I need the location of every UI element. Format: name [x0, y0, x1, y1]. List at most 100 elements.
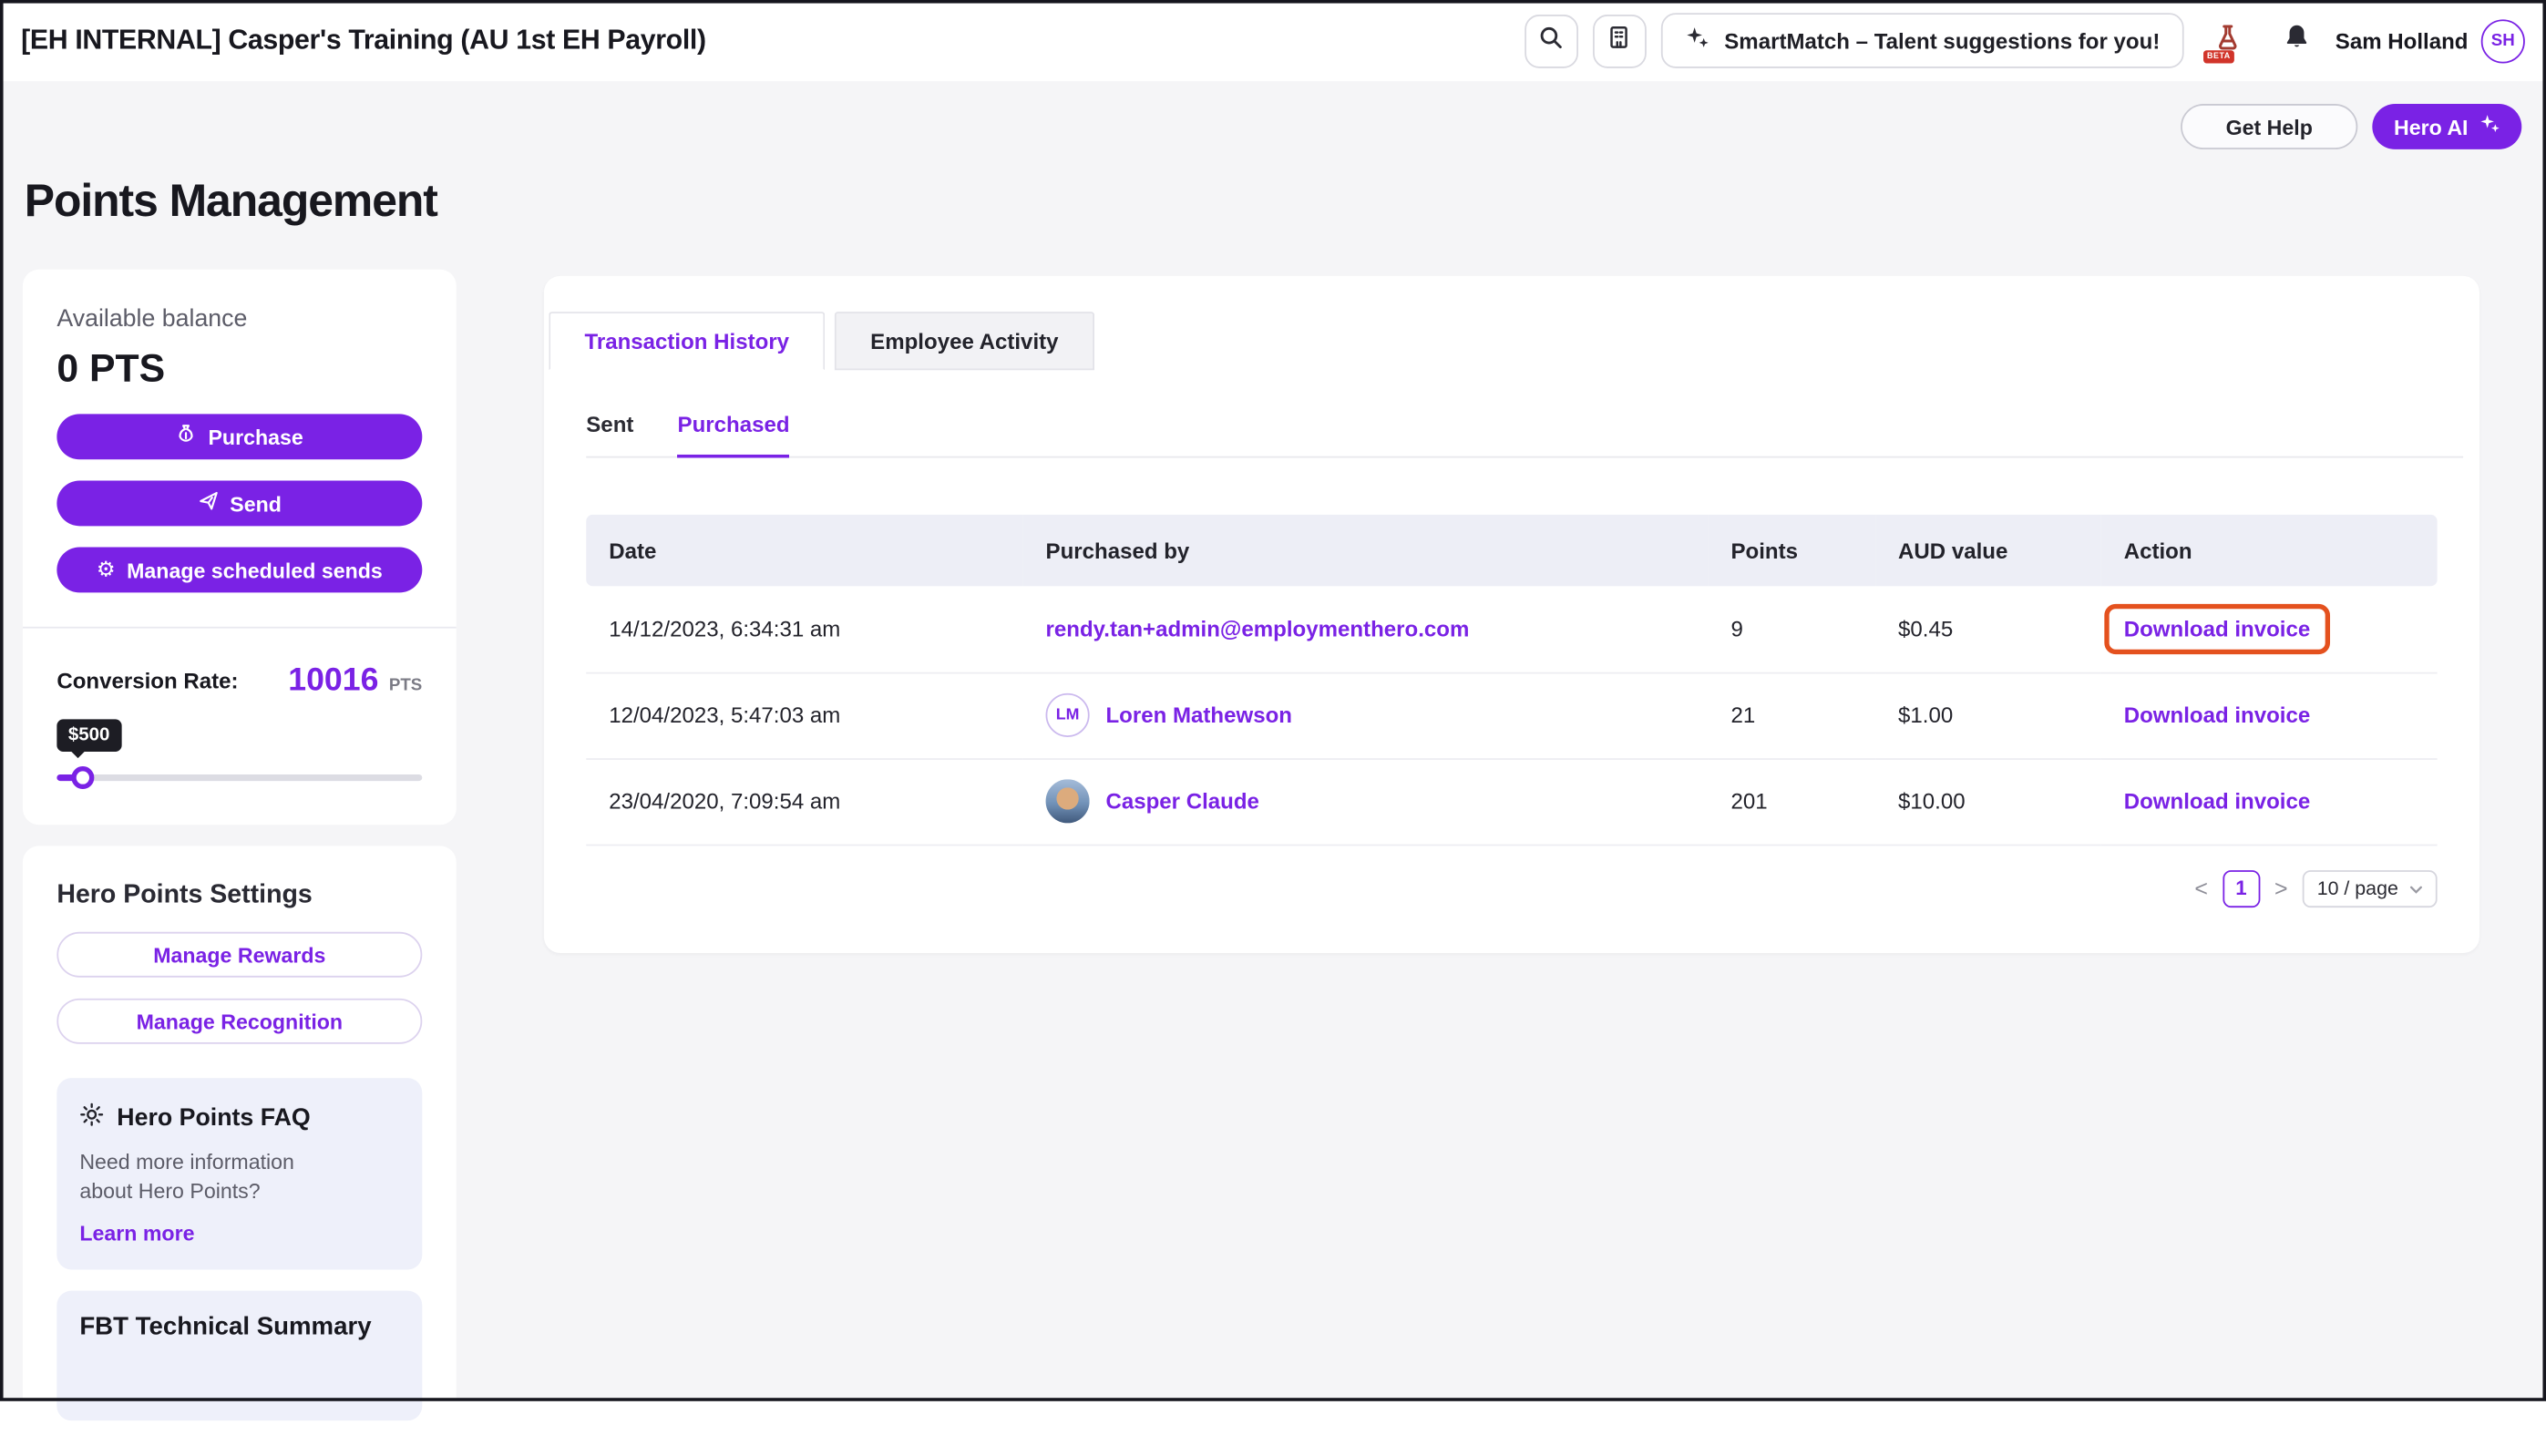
organisation-button[interactable]	[1593, 14, 1647, 67]
purchaser-cell: LM Loren Mathewson	[1046, 693, 1709, 737]
conversion-slider[interactable]	[56, 766, 422, 789]
divider	[23, 627, 457, 629]
help-actions: Get Help Hero AI	[2181, 104, 2522, 149]
col-header-purchased-by: Purchased by	[1023, 515, 1709, 586]
hero-ai-label: Hero AI	[2394, 115, 2469, 139]
download-invoice-link[interactable]: Download invoice	[2124, 617, 2311, 641]
manage-scheduled-sends-button[interactable]: ⚙ Manage scheduled sends	[56, 548, 422, 593]
table-row: 23/04/2020, 7:09:54 am Casper Claude 201…	[586, 758, 2437, 844]
bell-icon	[2283, 23, 2310, 58]
cell-date: 14/12/2023, 6:34:31 am	[586, 586, 1022, 672]
app-window: [EH INTERNAL] Casper's Training (AU 1st …	[0, 0, 2546, 1401]
purchase-label: Purchase	[208, 425, 303, 449]
cell-date: 12/04/2023, 5:47:03 am	[586, 672, 1022, 758]
col-header-aud-value: AUD value	[1875, 515, 2101, 586]
purchaser-link[interactable]: Casper Claude	[1105, 789, 1258, 814]
prev-page-button[interactable]: <	[2194, 875, 2208, 901]
slider-tooltip: $500	[56, 719, 121, 752]
faq-title: Hero Points FAQ	[117, 1104, 310, 1132]
faq-learn-more-link[interactable]: Learn more	[79, 1221, 399, 1246]
sidebar: Available balance 0 PTS Purchase Send	[23, 270, 457, 1456]
beta-badge: BETA	[2203, 49, 2233, 62]
sparkle-icon	[2479, 114, 2500, 140]
top-bar: [EH INTERNAL] Casper's Training (AU 1st …	[0, 0, 2546, 81]
hero-points-settings-card: Hero Points Settings Manage Rewards Mana…	[23, 846, 457, 1456]
current-page-button[interactable]: 1	[2223, 869, 2260, 907]
col-header-action: Action	[2101, 515, 2438, 586]
table-header-row: Date Purchased by Points AUD value Actio…	[586, 515, 2437, 586]
user-avatar: SH	[2481, 18, 2525, 62]
slider-track[interactable]	[56, 774, 422, 781]
transactions-table: Date Purchased by Points AUD value Actio…	[586, 515, 2437, 846]
manage-recognition-button[interactable]: Manage Recognition	[56, 999, 422, 1044]
cell-points: 201	[1709, 758, 1876, 844]
settings-title: Hero Points Settings	[56, 882, 422, 911]
manage-rewards-button[interactable]: Manage Rewards	[56, 932, 422, 978]
fbt-title: FBT Technical Summary	[79, 1313, 399, 1342]
purchase-button[interactable]: Purchase	[56, 414, 422, 459]
tab-employee-activity[interactable]: Employee Activity	[835, 312, 1094, 370]
page-title: Points Management	[25, 175, 437, 227]
user-name: Sam Holland	[2336, 28, 2469, 53]
purchaser-link[interactable]: Loren Mathewson	[1105, 703, 1292, 728]
download-invoice-link[interactable]: Download invoice	[2124, 789, 2311, 814]
send-label: Send	[230, 491, 282, 516]
smartmatch-banner-button[interactable]: SmartMatch – Talent suggestions for you!	[1661, 13, 2184, 68]
col-header-points: Points	[1709, 515, 1876, 586]
cell-points: 21	[1709, 672, 1876, 758]
search-icon	[1538, 24, 1565, 57]
building-icon	[1607, 24, 1633, 57]
send-icon	[198, 490, 219, 517]
table-row: 12/04/2023, 5:47:03 am LM Loren Mathewso…	[586, 672, 2437, 758]
faq-title-row: Hero Points FAQ	[79, 1102, 399, 1133]
purchaser-cell: Casper Claude	[1046, 779, 1709, 823]
table-row: 14/12/2023, 6:34:31 am rendy.tan+admin@e…	[586, 586, 2437, 672]
hero-ai-button[interactable]: Hero AI	[2373, 104, 2521, 149]
next-page-button[interactable]: >	[2274, 875, 2288, 901]
get-help-button[interactable]: Get Help	[2181, 104, 2358, 149]
avatar-photo	[1046, 779, 1090, 823]
available-balance-value: 0 PTS	[56, 347, 422, 393]
transactions-card: Transaction History Employee Activity Se…	[544, 276, 2479, 952]
page-size-select[interactable]: 10 / page	[2303, 869, 2438, 907]
user-menu[interactable]: Sam Holland SH	[2336, 18, 2525, 62]
faq-body: Need more information about Hero Points?	[79, 1148, 339, 1208]
subtab-purchased[interactable]: Purchased	[678, 413, 790, 458]
smartmatch-label: SmartMatch – Talent suggestions for you!	[1724, 28, 2160, 53]
sparkles-icon	[1686, 26, 1710, 56]
conversion-rate-row: Conversion Rate: 10016 PTS	[56, 662, 422, 700]
cell-date: 23/04/2020, 7:09:54 am	[586, 758, 1022, 844]
avatar-initials: LM	[1046, 693, 1090, 737]
tab-transaction-history[interactable]: Transaction History	[549, 312, 825, 370]
faq-panel: Hero Points FAQ Need more information ab…	[56, 1078, 422, 1269]
slider-tooltip-wrap: $500	[56, 719, 422, 752]
purchaser-link[interactable]: rendy.tan+admin@employmenthero.com	[1046, 617, 1470, 641]
main-tabs: Transaction History Employee Activity	[549, 312, 2479, 370]
conversion-rate-unit: PTS	[389, 675, 422, 694]
money-bag-icon	[176, 424, 197, 450]
highlight-annotation: Download invoice	[2104, 603, 2329, 653]
gear-icon: ⚙	[97, 559, 116, 580]
sun-icon	[79, 1102, 104, 1133]
col-header-date: Date	[586, 515, 1022, 586]
conversion-rate-label: Conversion Rate:	[56, 669, 238, 693]
search-button[interactable]	[1525, 14, 1578, 67]
pagination: < 1 > 10 / page	[586, 869, 2437, 907]
conversion-rate-value: 10016	[288, 662, 378, 698]
subtab-sent[interactable]: Sent	[586, 413, 633, 456]
cell-aud-value: $0.45	[1875, 586, 2101, 672]
page-size-value: 10 / page	[2317, 877, 2398, 899]
top-bar-actions: SmartMatch – Talent suggestions for you!…	[1525, 13, 2525, 68]
notifications-button[interactable]	[2272, 14, 2320, 67]
cell-aud-value: $1.00	[1875, 672, 2101, 758]
sub-tabs: Sent Purchased	[586, 413, 2463, 458]
available-balance-label: Available balance	[56, 305, 422, 333]
cell-points: 9	[1709, 586, 1876, 672]
chevron-down-icon	[2409, 877, 2422, 899]
send-button[interactable]: Send	[56, 480, 422, 526]
slider-thumb[interactable]	[71, 766, 94, 789]
beta-features-button[interactable]: BETA	[2199, 14, 2257, 67]
download-invoice-link[interactable]: Download invoice	[2124, 703, 2311, 728]
conversion-rate-value-group: 10016 PTS	[288, 662, 422, 700]
manage-scheduled-sends-label: Manage scheduled sends	[127, 558, 383, 582]
